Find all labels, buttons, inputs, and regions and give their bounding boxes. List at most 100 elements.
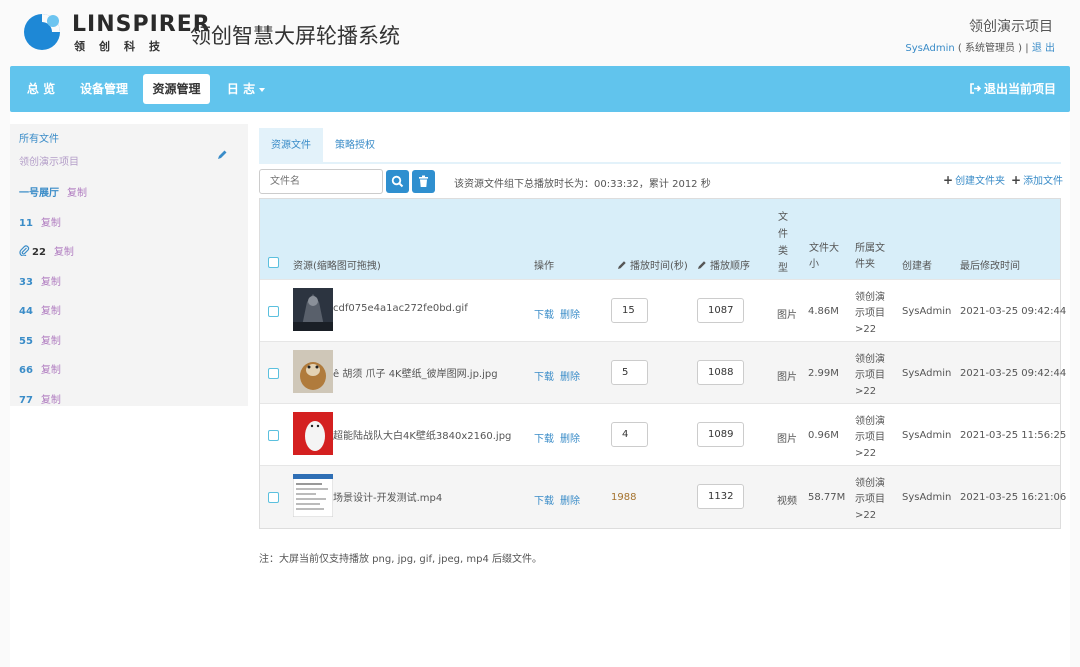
paperclip-icon <box>19 245 30 256</box>
user-name-link[interactable]: SysAdmin <box>905 43 954 54</box>
col-ops: 操作 <box>534 261 554 272</box>
delete-link[interactable]: 删除 <box>560 430 580 445</box>
col-size-line: 小 <box>809 259 819 270</box>
tab-policy-authorization[interactable]: 策略授权 <box>323 128 387 164</box>
tree-folder[interactable]: 44 复制 <box>19 302 61 317</box>
duration-input[interactable]: 15 <box>611 298 648 323</box>
file-name: 场景设计-开发测试.mp4 <box>333 493 443 504</box>
folder-name: 66 <box>19 365 33 376</box>
tab-resource-files[interactable]: 资源文件 <box>259 128 323 164</box>
tree-folder[interactable]: 66 复制 <box>19 361 61 376</box>
col-modified: 最后修改时间 <box>960 261 1020 272</box>
nav-logs-dropdown[interactable]: 日 志 <box>218 74 274 104</box>
row-checkbox[interactable] <box>268 430 279 441</box>
copy-link[interactable]: 复制 <box>41 365 61 376</box>
col-size-line: 文件大 <box>809 243 839 254</box>
thumbnail-image[interactable] <box>293 350 333 393</box>
delete-link[interactable]: 删除 <box>560 368 580 383</box>
thumbnail-image[interactable] <box>293 288 333 331</box>
folder-line: >22 <box>855 510 877 521</box>
copy-link[interactable]: 复制 <box>41 277 61 288</box>
order-input[interactable]: 1089 <box>697 422 744 447</box>
thumbnail-image[interactable] <box>293 474 333 517</box>
tree-folder[interactable]: 77 复制 <box>19 391 61 406</box>
delete-link[interactable]: 删除 <box>560 492 580 507</box>
logout-link[interactable]: 退 出 <box>1032 43 1055 54</box>
duration-input[interactable]: 5 <box>611 360 648 385</box>
order-input[interactable]: 1132 <box>697 484 744 509</box>
nav-device-management[interactable]: 设备管理 <box>72 74 136 104</box>
file-type: 图片 <box>777 310 797 321</box>
row-checkbox[interactable] <box>268 306 279 317</box>
tree-all-files[interactable]: 所有文件 <box>19 130 59 145</box>
col-duration[interactable]: 播放时间(秒) <box>617 257 688 272</box>
copy-link[interactable]: 复制 <box>41 336 61 347</box>
pencil-icon <box>618 261 626 269</box>
table-row[interactable]: ê 胡须 爪子 4K壁纸_彼岸图网.jp.jpg 下载 删除 5 1088 图片… <box>260 341 1066 403</box>
col-order-label: 播放顺序 <box>710 261 750 272</box>
pencil-icon[interactable] <box>216 149 228 161</box>
copy-link[interactable]: 复制 <box>41 306 61 317</box>
file-size: 0.96M <box>808 430 839 441</box>
add-file-link[interactable]: + 添加文件 <box>1011 172 1063 187</box>
folder-line: 领创演 <box>855 292 885 303</box>
download-link[interactable]: 下载 <box>534 492 554 507</box>
add-file-label: 添加文件 <box>1023 176 1064 187</box>
download-link[interactable]: 下载 <box>534 368 554 383</box>
folder-name: 11 <box>19 218 33 229</box>
nav-resource-management[interactable]: 资源管理 <box>143 74 210 104</box>
copy-link[interactable]: 复制 <box>54 247 74 258</box>
order-input[interactable]: 1088 <box>697 360 744 385</box>
thumbnail-image[interactable] <box>293 412 333 455</box>
tree-project[interactable]: 领创演示项目 <box>19 153 79 168</box>
filename-search-input[interactable] <box>259 169 383 194</box>
copy-link[interactable]: 复制 <box>67 188 87 199</box>
folder-tree: 所有文件 领创演示项目 一号展厅 复制 11 复制 22 复制 33 复制 44 复制 5… <box>10 124 248 406</box>
folder-name: 44 <box>19 306 33 317</box>
tree-folder[interactable]: 55 复制 <box>19 332 61 347</box>
folder-line: 示项目 <box>855 494 885 505</box>
create-folder-link[interactable]: + 创建文件夹 <box>943 172 1005 187</box>
col-duration-label: 播放时间(秒) <box>630 261 688 272</box>
row-checkbox[interactable] <box>268 368 279 379</box>
user-separator: | <box>1022 43 1032 54</box>
table-row[interactable]: 超能陆战队大白4K壁纸3840x2160.jpg 下载 删除 4 1089 图片… <box>260 403 1066 465</box>
select-all-checkbox[interactable] <box>268 257 279 268</box>
exit-project-button[interactable]: 退出当前项目 <box>970 74 1056 104</box>
table-row[interactable]: 场景设计-开发测试.mp4 下载 删除 1988 1132 视频 58.77M … <box>260 465 1066 528</box>
table-header: 资源(缩略图可拖拽) 操作 播放时间(秒) 播放顺序 文 件 类 型 文件大 小… <box>260 199 1060 279</box>
user-role: ( 系统管理员 ) <box>957 43 1023 54</box>
col-order[interactable]: 播放顺序 <box>697 257 750 272</box>
delete-selected-button[interactable] <box>412 170 435 193</box>
caret-down-icon <box>259 87 266 92</box>
file-type: 视频 <box>777 496 797 507</box>
main-navbar: 总 览 设备管理 资源管理 日 志 退出当前项目 <box>10 66 1070 112</box>
file-type: 图片 <box>777 372 797 383</box>
col-resource: 资源(缩略图可拖拽) <box>293 261 381 272</box>
table-row[interactable]: cdf075e4a1ac272fe0bd.gif 下载 删除 15 1087 图… <box>260 279 1066 341</box>
search-button[interactable] <box>386 170 409 193</box>
download-link[interactable]: 下载 <box>534 430 554 445</box>
copy-link[interactable]: 复制 <box>41 395 61 406</box>
delete-link[interactable]: 删除 <box>560 306 580 321</box>
row-checkbox[interactable] <box>268 492 279 503</box>
order-input[interactable]: 1087 <box>697 298 744 323</box>
search-icon <box>391 175 404 188</box>
nav-overview[interactable]: 总 览 <box>16 74 66 104</box>
tree-folder[interactable]: 11 复制 <box>19 214 61 229</box>
tree-folder-selected[interactable]: 22 复制 <box>19 243 74 258</box>
nav-logs-label: 日 志 <box>226 82 256 96</box>
download-link[interactable]: 下载 <box>534 306 554 321</box>
folder-name: 一号展厅 <box>19 188 59 199</box>
folder-name: 22 <box>32 247 46 258</box>
file-modified: 2021-03-25 11:56:25 <box>960 430 1067 441</box>
duration-value: 1988 <box>611 492 637 503</box>
folder-name: 33 <box>19 277 33 288</box>
tree-folder[interactable]: 一号展厅 复制 <box>19 184 87 199</box>
playback-summary: 该资源文件组下总播放时长为：00:33:32，累计 2012 秒 <box>454 179 711 190</box>
copy-link[interactable]: 复制 <box>41 218 61 229</box>
tree-folder[interactable]: 33 复制 <box>19 273 61 288</box>
folder-line: >22 <box>855 448 877 459</box>
duration-input[interactable]: 4 <box>611 422 648 447</box>
resource-table: 资源(缩略图可拖拽) 操作 播放时间(秒) 播放顺序 文 件 类 型 文件大 小… <box>259 198 1066 529</box>
